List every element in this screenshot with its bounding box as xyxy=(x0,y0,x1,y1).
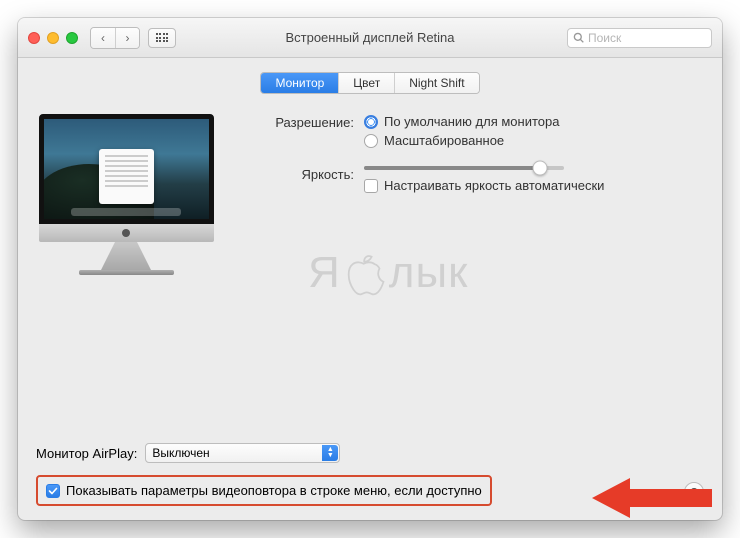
show-all-button[interactable] xyxy=(148,28,176,48)
search-field[interactable]: Поиск xyxy=(567,28,712,48)
tab-bar: Монитор Цвет Night Shift xyxy=(36,72,704,94)
grid-icon xyxy=(156,33,169,42)
auto-brightness-checkbox[interactable]: Настраивать яркость автоматически xyxy=(364,178,704,193)
search-placeholder: Поиск xyxy=(588,31,621,45)
titlebar: ‹ › Встроенный дисплей Retina Поиск xyxy=(18,18,722,58)
forward-button[interactable]: › xyxy=(115,28,139,48)
window-body: Монитор Цвет Night Shift xyxy=(18,58,722,287)
airplay-select[interactable]: Выключен ▲▼ xyxy=(145,443,340,463)
airplay-label: Монитор AirPlay: xyxy=(36,446,137,461)
radio-icon xyxy=(364,115,378,129)
chevron-updown-icon: ▲▼ xyxy=(322,445,338,461)
auto-brightness-label: Настраивать яркость автоматически xyxy=(384,178,604,193)
show-mirroring-checkbox[interactable]: Показывать параметры видеоповтора в стро… xyxy=(36,475,492,506)
brightness-label: Яркость: xyxy=(244,166,364,182)
radio-icon xyxy=(364,134,378,148)
window-title: Встроенный дисплей Retina xyxy=(285,30,454,45)
tab-monitor[interactable]: Монитор xyxy=(261,73,338,93)
resolution-label: Разрешение: xyxy=(244,114,364,130)
monitor-screen-icon xyxy=(39,114,214,224)
brightness-slider[interactable] xyxy=(364,166,704,170)
nav-buttons: ‹ › xyxy=(90,27,140,49)
resolution-scaled-radio[interactable]: Масштабированное xyxy=(364,133,704,148)
annotation-arrow-icon xyxy=(592,476,712,520)
checkbox-icon xyxy=(46,484,60,498)
back-button[interactable]: ‹ xyxy=(91,28,115,48)
checkbox-icon xyxy=(364,179,378,193)
monitor-preview xyxy=(36,114,216,275)
resolution-default-label: По умолчанию для монитора xyxy=(384,114,559,129)
show-mirroring-label: Показывать параметры видеоповтора в стро… xyxy=(66,483,482,498)
resolution-scaled-label: Масштабированное xyxy=(384,133,504,148)
search-icon xyxy=(573,32,584,43)
preferences-window: ‹ › Встроенный дисплей Retina Поиск Мони… xyxy=(18,18,722,520)
watermark: Я лык xyxy=(308,248,468,298)
zoom-button[interactable] xyxy=(66,32,78,44)
resolution-default-radio[interactable]: По умолчанию для монитора xyxy=(364,114,704,129)
apple-icon xyxy=(343,248,387,298)
tab-color[interactable]: Цвет xyxy=(338,73,394,93)
minimize-button[interactable] xyxy=(47,32,59,44)
tab-night-shift[interactable]: Night Shift xyxy=(394,73,478,93)
traffic-lights xyxy=(28,32,78,44)
close-button[interactable] xyxy=(28,32,40,44)
airplay-value: Выключен xyxy=(152,446,209,460)
